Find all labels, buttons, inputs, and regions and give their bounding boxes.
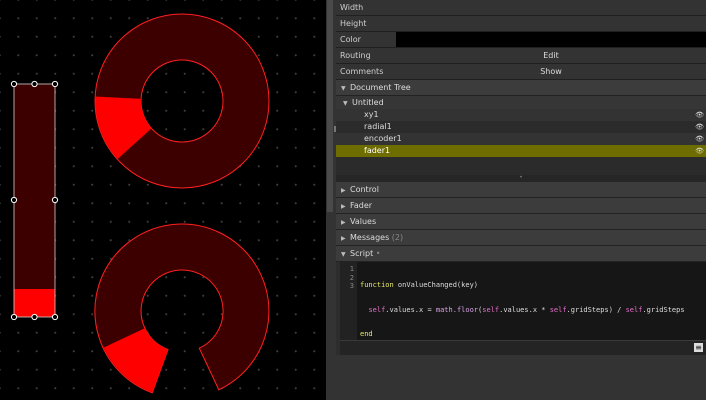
chevron-right-icon: ▶: [341, 203, 346, 210]
keyword: function: [360, 281, 394, 289]
radial-control[interactable]: [94, 13, 270, 189]
self-keyword: self: [549, 305, 567, 314]
tree-root-label: Untitled: [352, 98, 384, 107]
section-title: Values: [350, 217, 377, 226]
property-row-height[interactable]: Height: [336, 16, 706, 32]
resize-handle-bl[interactable]: [10, 313, 18, 321]
builtin-function: math.floor: [435, 305, 479, 314]
self-keyword: self: [368, 305, 386, 314]
keyword: end: [360, 330, 373, 338]
eye-icon[interactable]: 👁: [695, 133, 704, 145]
tree-item-radial1[interactable]: radial1 👁: [336, 121, 706, 133]
width-value[interactable]: [396, 0, 706, 15]
tree-item-xy1[interactable]: xy1 👁: [336, 109, 706, 121]
inspector-panel: Width Height Color Routing Edit Comments…: [336, 0, 706, 400]
modified-indicator: •: [375, 249, 381, 258]
property-label: Routing: [336, 48, 396, 63]
section-title: Messages: [350, 233, 390, 242]
script-footer: ≡: [340, 340, 706, 355]
line-number: 1: [349, 265, 354, 273]
line-number: 3: [349, 282, 354, 290]
section-title: Document Tree: [350, 83, 411, 92]
height-value[interactable]: [396, 16, 706, 31]
routing-edit-button[interactable]: Edit: [396, 48, 706, 63]
color-swatch[interactable]: [396, 32, 706, 47]
editor-canvas[interactable]: [0, 0, 326, 400]
resize-handle-tl[interactable]: [10, 80, 18, 88]
code-line-3: end: [360, 330, 706, 339]
property-row-color[interactable]: Color: [336, 32, 706, 48]
tree-root[interactable]: ▼ Untitled: [336, 96, 706, 109]
fader-track: [14, 84, 55, 317]
encoder-control[interactable]: [94, 223, 270, 394]
resize-handle-r[interactable]: [51, 196, 59, 204]
code-line-1: function onValueChanged(key): [360, 281, 706, 290]
tree-empty-area: [336, 157, 706, 175]
messages-count: (2): [391, 233, 404, 242]
resize-handle-l[interactable]: [10, 196, 18, 204]
resize-grip[interactable]: •: [336, 175, 706, 182]
code-area[interactable]: function onValueChanged(key) self.values…: [357, 262, 706, 340]
chevron-right-icon: ▶: [341, 235, 346, 242]
section-title: Control: [350, 185, 379, 194]
script-section-header[interactable]: ▼ Script •: [336, 246, 706, 262]
section-title: Script: [350, 249, 374, 258]
control-section-header[interactable]: ▶ Control: [336, 182, 706, 198]
line-number: 2: [349, 273, 354, 282]
fader-section-header[interactable]: ▶ Fader: [336, 198, 706, 214]
panel-bottom: [336, 355, 706, 400]
comments-show-button[interactable]: Show: [396, 64, 706, 79]
code-text: .gridSteps: [642, 305, 685, 314]
chevron-right-icon: ▶: [341, 219, 346, 226]
chevron-down-icon: ▼: [341, 251, 346, 258]
self-keyword: self: [625, 305, 643, 314]
fader-fill: [14, 289, 55, 317]
section-title: Fader: [350, 201, 373, 210]
resize-handle-br[interactable]: [51, 313, 59, 321]
resize-handle-tr[interactable]: [51, 80, 59, 88]
property-row-comments[interactable]: Comments Show: [336, 64, 706, 80]
menu-icon[interactable]: ≡: [694, 343, 703, 352]
property-row-width[interactable]: Width: [336, 0, 706, 16]
code-line-2: self.values.x = math.floor(self.values.x…: [360, 306, 706, 315]
canvas-splitter[interactable]: [326, 0, 336, 400]
script-editor[interactable]: 1 2 3 function onValueChanged(key) self.…: [340, 262, 706, 340]
document-tree-header[interactable]: ▼ Document Tree: [336, 80, 706, 96]
resize-handle-b[interactable]: [31, 313, 38, 321]
tree-item-fader1[interactable]: fader1 👁: [336, 145, 706, 157]
fader-control[interactable]: [10, 80, 59, 321]
tree-item-label: fader1: [364, 146, 391, 155]
resize-handle-t[interactable]: [31, 80, 38, 88]
messages-section-header[interactable]: ▶ Messages (2): [336, 230, 706, 246]
eye-icon[interactable]: 👁: [695, 145, 704, 157]
property-label: Color: [336, 32, 396, 47]
tree-item-label: radial1: [364, 122, 392, 131]
chevron-right-icon: ▶: [341, 187, 346, 194]
code-text: onValueChanged(key): [393, 281, 479, 289]
code-text: .values.x =: [385, 305, 436, 314]
tree-item-label: xy1: [364, 110, 379, 119]
property-label: Height: [336, 16, 396, 31]
eye-icon[interactable]: 👁: [695, 109, 704, 121]
property-row-routing[interactable]: Routing Edit: [336, 48, 706, 64]
chevron-down-icon: ▼: [341, 85, 346, 92]
tree-item-label: encoder1: [364, 134, 402, 143]
tree-item-encoder1[interactable]: encoder1 👁: [336, 133, 706, 145]
code-text: .gridSteps) /: [566, 305, 626, 314]
property-label: Comments: [336, 64, 396, 79]
self-keyword: self: [482, 305, 500, 314]
code-text: .values.x *: [499, 305, 550, 314]
canvas-scrollbar[interactable]: [327, 0, 333, 212]
canvas-controls: [10, 13, 270, 394]
line-number-gutter: 1 2 3: [340, 262, 357, 340]
values-section-header[interactable]: ▶ Values: [336, 214, 706, 230]
property-label: Width: [336, 0, 396, 15]
eye-icon[interactable]: 👁: [695, 121, 704, 133]
